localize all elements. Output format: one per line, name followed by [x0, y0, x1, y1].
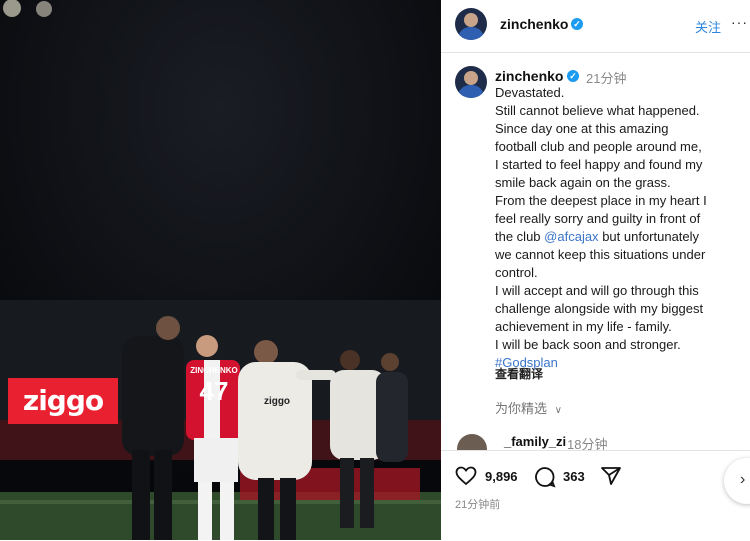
shirt-number: 47 — [199, 376, 229, 406]
caption-line: we cannot keep this situations under — [495, 247, 706, 262]
caption-line: achievement in my life - family. — [495, 319, 672, 334]
caption-line: Since day one at this amazing — [495, 121, 669, 136]
caption-line: smile back again on the grass. — [495, 175, 671, 190]
chevron-down-icon: ∨ — [554, 405, 562, 416]
caption-line: feel really sorry and guilty in front of — [495, 211, 701, 226]
jacket-logo: ziggo — [263, 396, 291, 407]
sponsor-banner: ziggo — [8, 378, 118, 424]
commenter-username[interactable]: _family_zi — [504, 434, 566, 449]
caption-line: the club @afcajax but unfortunately — [495, 228, 745, 246]
match-scene-image — [0, 0, 441, 540]
post-actions: 9,896 363 21分钟前 — [441, 450, 750, 541]
header-username[interactable]: zinchenko — [500, 16, 568, 32]
author-avatar[interactable] — [455, 8, 487, 40]
caption-line: I will accept and will go through this — [495, 283, 699, 298]
caption-line: I will be back soon and stronger. — [495, 337, 681, 352]
similar-posts-toggle[interactable]: 为你精选 ∨ — [495, 398, 562, 417]
comment-icon[interactable] — [534, 466, 556, 488]
caption-text: the club — [495, 229, 541, 244]
heart-icon[interactable] — [455, 466, 477, 486]
caption-line: From the deepest place in my heart I — [495, 193, 707, 208]
commenter-avatar[interactable] — [457, 434, 487, 450]
share-icon[interactable] — [600, 466, 622, 486]
follow-button[interactable]: 关注 — [695, 17, 721, 36]
shirt-name: ZINCHENKO — [190, 366, 238, 375]
post-panel: zinchenko ✓ 关注 ··· zinchenko ✓ 21分钟 Deva… — [441, 0, 750, 540]
mention-link[interactable]: @afcajax — [544, 229, 598, 244]
post-time-ago: 21分钟前 — [455, 499, 501, 511]
post-photo[interactable]: ziggo ZINCHENKO 47 ziggo — [0, 0, 441, 540]
caption-line: Devastated. — [495, 85, 565, 100]
more-dots-icon[interactable]: ··· — [731, 14, 748, 30]
see-translation-link[interactable]: 查看翻译 — [495, 365, 543, 382]
caption-username[interactable]: zinchenko — [495, 68, 563, 84]
caption-avatar[interactable] — [455, 66, 487, 98]
caption-line: football club and people around me, — [495, 139, 702, 154]
comment-time: 18分钟 — [567, 437, 608, 450]
caption-line: challenge alongside with my biggest — [495, 301, 704, 316]
chevron-right-icon: › — [740, 471, 746, 488]
like-count: 9,896 — [485, 469, 518, 484]
comment-item: _family_zi 18分钟 — [441, 430, 750, 450]
caption-line: Still cannot believe what happened. — [495, 103, 700, 118]
verified-icon: ✓ — [567, 70, 579, 82]
similar-label: 为你精选 — [495, 401, 548, 416]
caption-text: but unfortunately — [602, 229, 700, 244]
post-caption: Devastated. Still cannot believe what ha… — [495, 84, 745, 372]
caption-line: control. — [495, 265, 538, 280]
caption-line: I started to feel happy and found my — [495, 157, 703, 172]
verified-icon: ✓ — [571, 18, 583, 30]
post-header: zinchenko ✓ 关注 ··· — [441, 0, 750, 53]
comment-count: 363 — [563, 469, 585, 484]
